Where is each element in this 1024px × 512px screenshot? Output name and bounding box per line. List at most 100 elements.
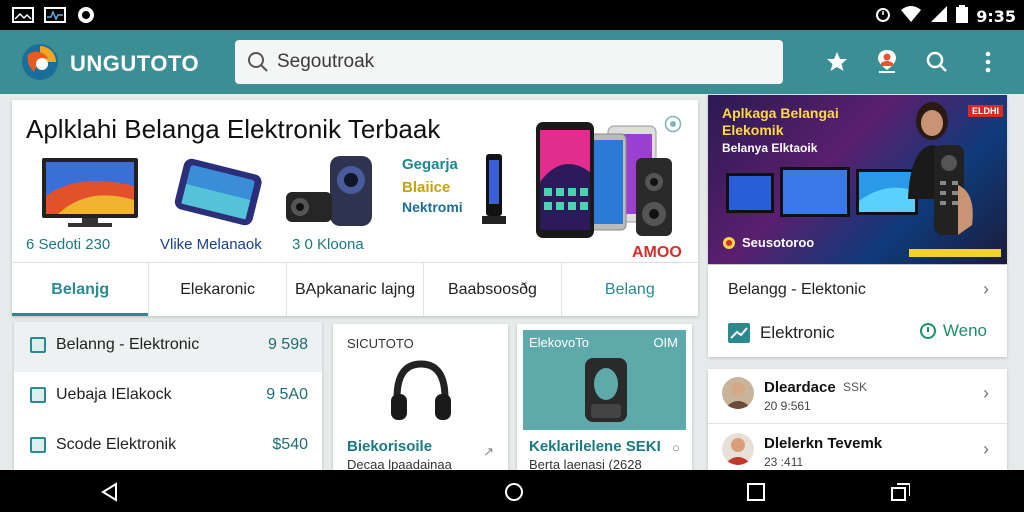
search-action-icon[interactable] [923,48,951,76]
list-item[interactable]: Belanng - Elektronic 9 598 [14,322,322,372]
smartphones-product-image[interactable] [532,122,672,240]
app-bar: UNGUTOTO [0,30,1024,94]
system-nav-bar [0,470,1024,512]
home-icon[interactable] [504,482,524,502]
feed-item-time: 23 :411 [764,455,804,469]
feed-item[interactable]: Dleardace SSK 20 9:561 › [708,369,1007,423]
promo-remote-image [934,145,973,235]
brand-badge: AMOO [632,244,682,261]
status-left [12,5,96,30]
product-card[interactable]: SICUTOTO Biekorisoile Decaa lpaadainaa ↗ [333,324,508,474]
search-input[interactable] [277,48,757,76]
sync-notification-icon [76,5,96,30]
folder-icon [30,337,46,353]
promo-banner[interactable]: Aplkaga Belangai Elekomik Belanya Elktao… [708,95,1007,264]
promo-bottom-strip [909,249,1001,257]
promo-badge: ELDHI [968,105,1003,117]
trending-icon [728,323,750,348]
list-item-label: Scode Elektronik [56,436,177,453]
window-icon [30,437,46,453]
hero-item-caption-1: 6 Sedoti 230 [26,236,111,253]
avatar [722,377,754,409]
promo-line-2: Elekomik [722,122,784,138]
status-right: 9:35 [874,5,1016,28]
promo-line-1: Aplkaga Belangai [722,105,839,121]
list-item-value: $540 [272,436,308,453]
tab-baabsoosog[interactable]: Baabsoosðg [424,263,562,316]
list-item[interactable]: Scode Elektronik $540 [14,422,322,472]
recents-icon[interactable] [746,482,766,502]
promo-info-link-label: Weno [942,321,987,340]
chevron-right-icon[interactable]: › [983,439,989,460]
tab-belang[interactable]: Belang [562,263,698,316]
promo-cta-label: Seusotoroo [742,235,815,250]
divider [708,423,1007,424]
hero-item-caption-3: 3 0 Kloona [292,236,364,253]
wifi-icon [900,5,922,28]
promo-info-link[interactable]: Weno [919,321,987,341]
image-notification-icon [12,7,34,28]
list-item-label: Belanng - Elektronic [56,336,200,353]
status-time: 9:35 [976,7,1016,26]
chevron-right-icon[interactable]: › [983,383,989,404]
tablet-product-image[interactable] [172,158,264,228]
status-bar: 9:35 [0,0,1024,30]
search-box[interactable] [235,40,783,84]
document-icon [30,387,46,403]
search-icon [248,52,268,72]
feed-item-extra: SSK [843,380,868,394]
app-logo[interactable] [20,42,60,82]
tab-bapkanaric-lajng[interactable]: BApkanaric lajng [287,263,425,316]
hero-banner-card[interactable]: Aplklahi Belanga Elektronik Terbaak Gega… [12,100,698,316]
feed-item-name: Dlelerkn Tevemk [764,435,883,452]
category-tabs: Belanjg Elekaronic BApkanaric lajng Baab… [12,262,698,316]
split-screen-icon[interactable] [890,482,910,502]
list-item-value: 9 598 [267,336,308,353]
account-location-icon[interactable] [873,48,901,76]
back-icon[interactable] [100,482,120,502]
list-item-label: Uebaja IElakock [56,386,172,403]
promo-cta[interactable]: Seusotoroo [722,235,814,250]
avatar [722,433,754,465]
more-circle-icon[interactable]: ○ [672,440,680,455]
device-product-image [585,358,627,422]
hero-title: Aplklahi Belanga Elektronik Terbaak [26,114,441,144]
product-name: Biekorisoile [347,438,433,455]
product-tag: SICUTOTO [347,336,414,351]
product-tag: ElekovoTo [529,335,589,350]
product-image-area: ElekovoTo OIM [523,330,686,430]
list-item[interactable]: Uebaja IElakock 9 5A0 [14,372,322,422]
tab-belanjg[interactable]: Belanjg [12,263,150,316]
headphones-product-image [391,360,451,420]
feed-item-time: 20 9:561 [764,399,811,413]
phone-dock-image [482,154,506,224]
screen: 9:35 UNGUTOTO A [0,0,1024,512]
activity-notification-icon [44,7,66,28]
tab-elekaronic[interactable]: Elekaronic [149,263,287,316]
promo-info-title[interactable]: Belangg - Elektonic [728,281,866,299]
promo-line-3: Belanya Elktaoik [722,141,818,155]
hero-item-caption-2: Vlike Melanaok [160,236,262,253]
chevron-right-icon[interactable]: › [983,279,989,300]
alarm-icon [874,5,892,28]
chat-bubble-icon [919,323,936,339]
promo-info-card: Belangg - Elektonic › Elektronic Weno [708,265,1007,357]
feed-item-name: Dleardace [764,379,836,396]
more-arrow-icon[interactable]: ↗ [483,444,494,460]
category-list: Belanng - Elektronic 9 598 Uebaja IElako… [14,322,322,472]
product-name: Keklarilelene SEKI [529,438,661,455]
favorites-star-icon[interactable] [823,48,851,76]
promo-monitors-image [726,167,918,217]
overflow-menu-icon[interactable] [974,48,1002,76]
app-brand: UNGUTOTO [70,51,200,76]
activity-feed: Dleardace SSK 20 9:561 › Dlelerkn Tevemk… [708,369,1007,479]
battery-icon [956,5,969,28]
promo-info-category: Elektronic [760,323,835,342]
promo-cta-icon [723,236,735,249]
tv-product-image[interactable] [38,156,142,230]
list-item-value: 9 5A0 [266,386,308,403]
product-card[interactable]: ElekovoTo OIM Keklarilelene SEKI Berta l… [517,324,692,474]
product-price-tag: OIM [653,335,678,350]
camera-product-image[interactable] [282,154,376,230]
signal-icon [930,5,948,28]
